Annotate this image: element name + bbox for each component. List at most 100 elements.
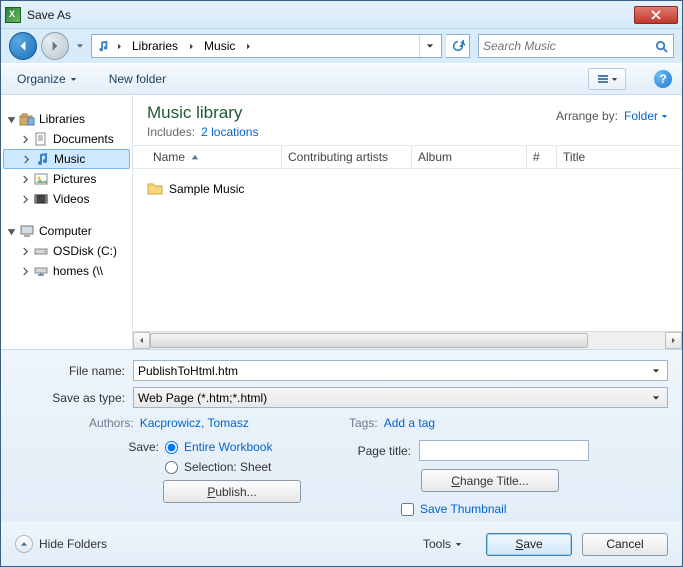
horizontal-scrollbar[interactable]: [133, 331, 682, 349]
scroll-left-button[interactable]: [133, 332, 150, 349]
library-subtitle: Includes: 2 locations: [147, 125, 556, 139]
filename-row: File name:: [15, 360, 668, 381]
chevron-down-icon: [455, 541, 462, 548]
help-button[interactable]: ?: [654, 70, 672, 88]
address-dropdown-button[interactable]: [419, 35, 439, 57]
locations-link[interactable]: 2 locations: [201, 125, 258, 139]
column-headers: Name Contributing artists Album # Title: [133, 145, 682, 169]
selection-radio[interactable]: [165, 461, 178, 474]
column-album[interactable]: Album: [412, 146, 527, 168]
save-as-dialog: Save As Libraries Music: [0, 0, 683, 567]
scroll-thumb[interactable]: [150, 333, 588, 348]
footer: Hide Folders Tools Save Cancel: [1, 522, 682, 566]
view-options-button[interactable]: [588, 68, 626, 90]
window-title: Save As: [27, 8, 634, 22]
expand-icon: [22, 155, 31, 164]
entire-workbook-radio[interactable]: [165, 441, 178, 454]
authors-value[interactable]: Kacprowicz, Tomasz: [140, 416, 249, 430]
expand-icon: [21, 195, 30, 204]
chevron-down-icon: [70, 76, 77, 83]
saveastype-value: Web Page (*.htm;*.html): [138, 391, 649, 405]
filename-label: File name:: [15, 364, 133, 378]
breadcrumb-libraries[interactable]: Libraries: [126, 35, 184, 57]
save-button[interactable]: Save: [486, 533, 572, 556]
back-button[interactable]: [9, 32, 37, 60]
save-options: Save: Entire Workbook Selection: Sheet P…: [15, 440, 668, 516]
breadcrumb-chevron[interactable]: [241, 43, 255, 50]
change-title-button[interactable]: Change Title...: [421, 469, 559, 492]
tags-field: Tags: Add a tag: [349, 416, 435, 430]
refresh-button[interactable]: [446, 34, 470, 58]
save-scope: Save: Entire Workbook Selection: Sheet P…: [119, 440, 349, 516]
saveastype-dropdown[interactable]: [649, 394, 663, 402]
new-folder-button[interactable]: New folder: [103, 68, 172, 90]
cancel-button[interactable]: Cancel: [582, 533, 668, 556]
tree-computer[interactable]: Computer: [1, 221, 132, 241]
tags-label: Tags:: [349, 416, 378, 430]
tree-videos[interactable]: Videos: [1, 189, 132, 209]
recent-locations-button[interactable]: [73, 36, 87, 56]
tree-pictures[interactable]: Pictures: [1, 169, 132, 189]
navbar: Libraries Music: [1, 29, 682, 63]
tree-label: homes (\\: [53, 264, 103, 278]
tree-label: Documents: [53, 132, 114, 146]
filename-field[interactable]: [133, 360, 668, 381]
entire-workbook-label: Entire Workbook: [184, 440, 272, 454]
chevron-down-icon: [76, 42, 84, 50]
expand-icon: [21, 175, 30, 184]
address-bar[interactable]: Libraries Music: [91, 34, 442, 58]
list-item[interactable]: Sample Music: [147, 179, 668, 199]
chevron-down-icon: [661, 113, 668, 120]
tags-value[interactable]: Add a tag: [384, 416, 435, 430]
libraries-icon: [19, 111, 35, 127]
column-number[interactable]: #: [527, 146, 557, 168]
chevron-up-icon: [20, 540, 28, 548]
network-drive-icon: [33, 263, 49, 279]
publish-button[interactable]: Publish...: [163, 480, 301, 503]
save-thumbnail-checkbox[interactable]: [401, 503, 414, 516]
folder-icon: [147, 180, 163, 199]
tree-music[interactable]: Music: [3, 149, 130, 169]
filename-dropdown[interactable]: [649, 367, 663, 375]
filename-input[interactable]: [138, 364, 649, 378]
scroll-right-button[interactable]: [665, 332, 682, 349]
includes-label: Includes:: [147, 125, 195, 139]
file-list[interactable]: Sample Music: [133, 169, 682, 331]
form-area: File name: Save as type: Web Page (*.htm…: [1, 350, 682, 522]
organize-button[interactable]: Organize: [11, 68, 83, 90]
column-name[interactable]: Name: [147, 146, 282, 168]
arrange-value-button[interactable]: Folder: [624, 109, 668, 123]
search-input[interactable]: [483, 39, 653, 53]
library-title: Music library: [147, 103, 556, 123]
tree-osdisk[interactable]: OSDisk (C:): [1, 241, 132, 261]
tree-libraries[interactable]: Libraries: [1, 109, 132, 129]
saveastype-field[interactable]: Web Page (*.htm;*.html): [133, 387, 668, 408]
save-thumbnail-label: Save Thumbnail: [420, 502, 507, 516]
scroll-track[interactable]: [150, 332, 665, 349]
library-header: Music library Includes: 2 locations Arra…: [133, 95, 682, 145]
breadcrumb-root-chevron[interactable]: [112, 43, 126, 50]
nav-tree[interactable]: Libraries Documents Music Pictures Video: [1, 95, 133, 349]
tree-label: Computer: [39, 224, 92, 238]
hide-folders-button[interactable]: Hide Folders: [15, 535, 107, 553]
breadcrumb-chevron[interactable]: [184, 43, 198, 50]
column-contributing-artists[interactable]: Contributing artists: [282, 146, 412, 168]
refresh-icon: [451, 39, 465, 53]
forward-button[interactable]: [41, 32, 69, 60]
close-button[interactable]: [634, 6, 678, 24]
search-box[interactable]: [478, 34, 674, 58]
expand-icon: [21, 267, 30, 276]
breadcrumb-music[interactable]: Music: [198, 35, 241, 57]
page-title-label: Page title:: [349, 444, 419, 458]
tools-label: Tools: [423, 537, 451, 551]
file-name: Sample Music: [169, 182, 244, 196]
column-title[interactable]: Title: [557, 146, 682, 168]
save-thumbnail-row: Save Thumbnail: [401, 502, 668, 516]
page-title-row: Page title:: [349, 440, 668, 461]
page-title-input[interactable]: [419, 440, 589, 461]
tree-documents[interactable]: Documents: [1, 129, 132, 149]
save-entire-workbook-row: Save: Entire Workbook: [119, 440, 349, 454]
metadata-row: Authors: Kacprowicz, Tomasz Tags: Add a …: [15, 416, 668, 430]
tools-button[interactable]: Tools: [423, 537, 462, 551]
tree-homes[interactable]: homes (\\: [1, 261, 132, 281]
